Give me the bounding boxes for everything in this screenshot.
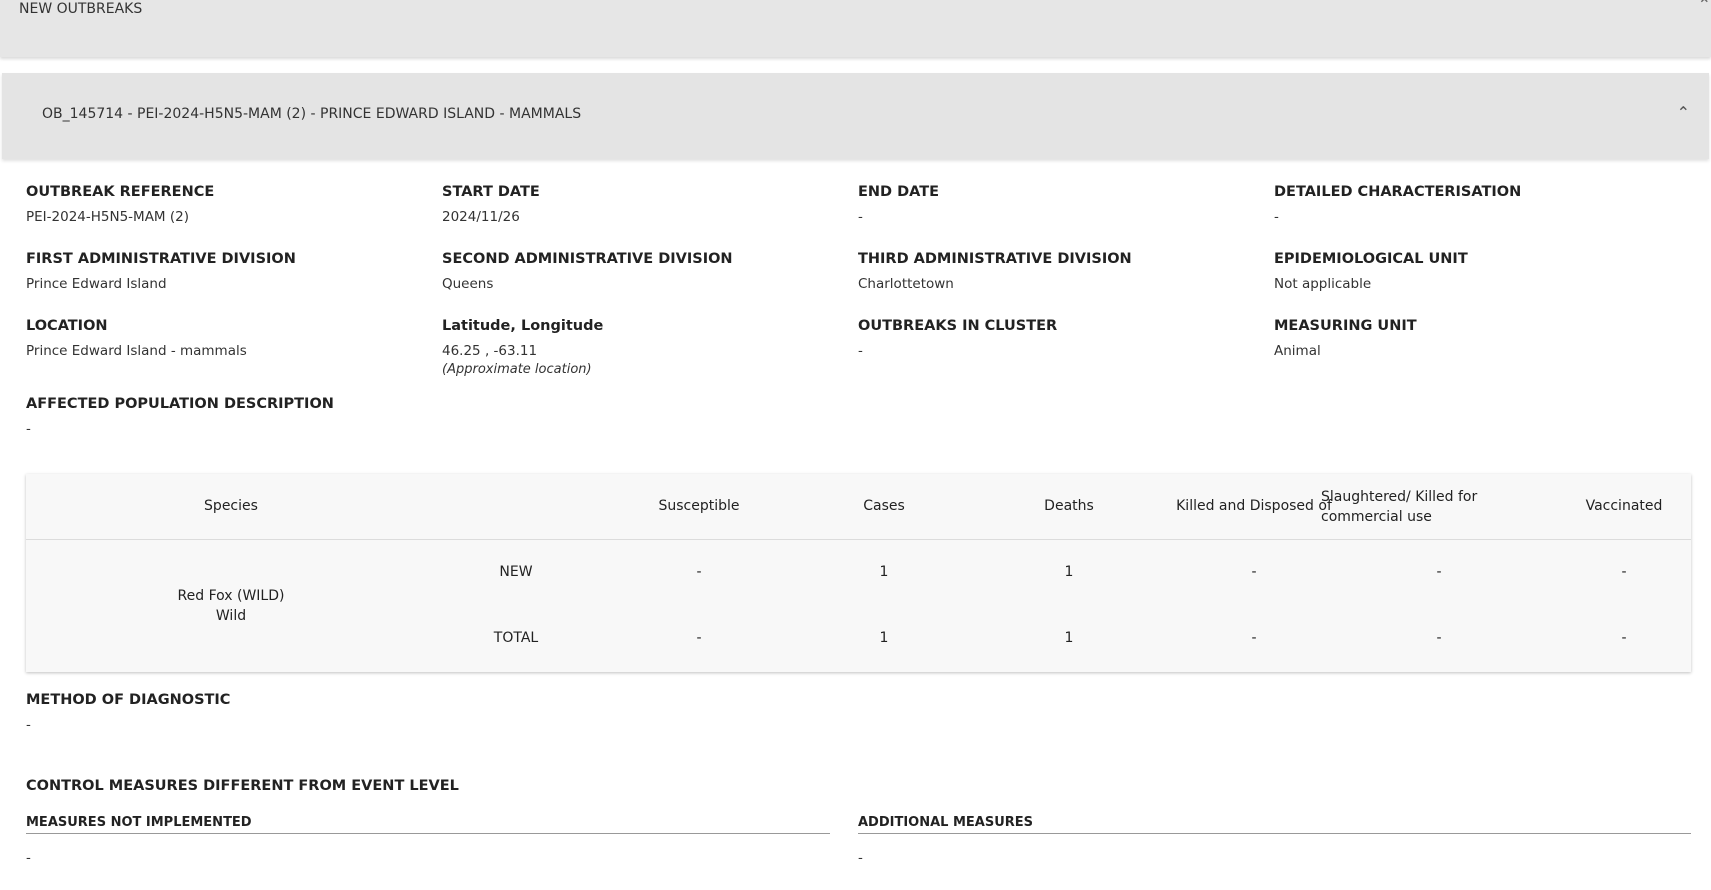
species-cell: Red Fox (WILD) Wild [36,586,426,626]
row-label-new: NEW [499,564,533,580]
additional-measures-label: ADDITIONAL MEASURES [858,815,1034,830]
col-header-vaccinated: Vaccinated [1585,498,1663,514]
lat-long-field: Latitude, Longitude 46.25 , -63.11 (Appr… [442,318,603,377]
start-date-field: START DATE 2024/11/26 [442,184,540,225]
field-label: METHOD OF DIAGNOSTIC [26,692,231,708]
chevron-up-icon[interactable]: ⌃ [1677,103,1690,122]
third-admin-division-field: THIRD ADMINISTRATIVE DIVISION Charlottet… [858,251,1132,292]
end-date-field: END DATE - [858,184,939,225]
chevron-up-icon[interactable]: ⌃ [1698,0,1711,14]
cell-new-vaccinated: - [1621,564,1627,580]
col-header-slaughtered: Slaughtered/ Killed for commercial use [1321,489,1478,525]
field-value: Prince Edward Island - mammals [26,343,247,359]
divider [858,833,1691,834]
field-value: - [858,343,863,359]
field-label: FIRST ADMINISTRATIVE DIVISION [26,251,296,267]
affected-population-field: AFFECTED POPULATION DESCRIPTION - [26,396,334,437]
location-field: LOCATION Prince Edward Island - mammals [26,318,247,359]
species-type: Wild [215,608,247,624]
field-label: AFFECTED POPULATION DESCRIPTION [26,396,334,412]
field-label: LOCATION [26,318,108,334]
species-name: Red Fox (WILD) [177,588,285,604]
field-label: SECOND ADMINISTRATIVE DIVISION [442,251,733,267]
second-admin-division-field: SECOND ADMINISTRATIVE DIVISION Queens [442,251,733,292]
field-value: - [1274,209,1279,225]
col-header-deaths: Deaths [1044,498,1094,514]
field-label: OUTBREAKS IN CLUSTER [858,318,1058,334]
field-value: Animal [1274,343,1321,359]
measuring-unit-field: MEASURING UNIT Animal [1274,318,1417,359]
field-value: 2024/11/26 [442,209,520,225]
measures-not-implemented-label: MEASURES NOT IMPLEMENTED [26,815,252,830]
outbreaks-in-cluster-field: OUTBREAKS IN CLUSTER - [858,318,1057,359]
field-value: - [26,717,31,733]
field-label: DETAILED CHARACTERISATION [1274,184,1522,200]
field-label: MEASURING UNIT [1274,318,1417,334]
field-label: Latitude, Longitude [442,318,604,334]
field-value: Not applicable [1274,276,1372,292]
row-label-total: TOTAL [493,630,539,646]
approximate-location-note: (Approximate location) [442,362,592,377]
field-value: Charlottetown [858,276,954,292]
species-table: Species Susceptible Cases Deaths Killed … [26,474,1691,672]
field-value: - [26,421,31,437]
field-label: EPIDEMIOLOGICAL UNIT [1274,251,1468,267]
first-admin-division-field: FIRST ADMINISTRATIVE DIVISION Prince Edw… [26,251,296,292]
field-label: START DATE [442,184,540,200]
epidemiological-unit-field: EPIDEMIOLOGICAL UNIT Not applicable [1274,251,1468,292]
outbreak-reference-field: OUTBREAK REFERENCE PEI-2024-H5N5-MAM (2) [26,184,214,225]
new-outbreaks-header[interactable]: NEW OUTBREAKS ⌃ [0,0,1711,57]
measures-not-implemented-value: - [26,850,31,866]
divider [26,833,830,834]
new-outbreaks-label: NEW OUTBREAKS [19,1,143,17]
outbreak-panel-header[interactable]: OB_145714 - PEI-2024-H5N5-MAM (2) - PRIN… [2,73,1709,159]
additional-measures-value: - [858,850,863,866]
field-value: - [858,209,863,225]
field-value: 46.25 , -63.11 [442,343,538,359]
field-label: THIRD ADMINISTRATIVE DIVISION [858,251,1132,267]
cell-total-vaccinated: - [1621,630,1627,646]
field-label: OUTBREAK REFERENCE [26,184,215,200]
col-header-species: Species [204,498,258,514]
outbreak-title: OB_145714 - PEI-2024-H5N5-MAM (2) - PRIN… [42,106,582,122]
field-value: Queens [442,276,494,292]
field-value: PEI-2024-H5N5-MAM (2) [26,209,189,225]
method-of-diagnostic-field: METHOD OF DIAGNOSTIC - [26,692,230,733]
control-measures-title: CONTROL MEASURES DIFFERENT FROM EVENT LE… [26,778,459,794]
header-divider [26,539,1691,540]
detailed-characterisation-field: DETAILED CHARACTERISATION - [1274,184,1521,225]
field-value: Prince Edward Island [26,276,167,292]
field-label: END DATE [858,184,940,200]
